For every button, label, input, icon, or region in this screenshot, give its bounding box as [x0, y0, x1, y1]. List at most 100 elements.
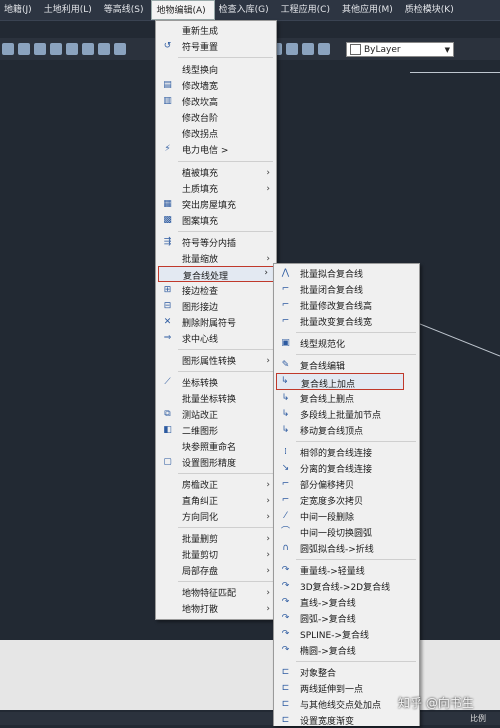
menu-item-edge-check[interactable]: ⊞ 接边检查: [156, 283, 276, 298]
menu-item-wall-width[interactable]: ▤ 修改墙宽: [156, 78, 276, 93]
pan-hand-icon[interactable]: [18, 43, 30, 55]
menu-item-corner[interactable]: 修改拐点: [156, 126, 276, 141]
submenu-item-arc-to-polyline[interactable]: ∩ 圆弧拟合线->折线: [274, 541, 419, 556]
submenu-item-spline-to-polyline[interactable]: ↷ SPLINE->复合线: [274, 627, 419, 642]
menu-item-symbol-reset[interactable]: ↺ 符号重置: [156, 39, 276, 54]
menu-item-bank-height[interactable]: ▥ 修改坎高: [156, 94, 276, 109]
menu-item-attribute-convert[interactable]: 图形属性转换 ›: [156, 353, 276, 368]
menu-item-batch-cut[interactable]: 批量剪切 ›: [156, 547, 276, 562]
menu-item-coord-convert[interactable]: ⟋ 坐标转换: [156, 375, 276, 390]
submenu-item-delete-vertex[interactable]: ↳ 复合线上删点: [274, 391, 419, 406]
submenu-item-label: 部分偏移拷贝: [300, 481, 355, 491]
menu-check-import[interactable]: 检查入库(G): [215, 0, 277, 20]
zoom-extents-icon[interactable]: [66, 43, 78, 55]
menu-item-batch-coord-convert[interactable]: 批量坐标转换: [156, 391, 276, 406]
menu-cadastre[interactable]: 地籍(J): [0, 0, 40, 20]
menu-item-symbol-interpolate[interactable]: ⇶ 符号等分内插: [156, 235, 276, 250]
edge-check-icon: ⊞: [163, 285, 172, 295]
submenu-item-move-vertex[interactable]: ↳ 移动复合线顶点: [274, 423, 419, 438]
menu-item-partial-save[interactable]: 局部存盘 ›: [156, 563, 276, 578]
menu-item-soil-fill[interactable]: 土质填充 ›: [156, 181, 276, 196]
move-vertex-icon: ↳: [281, 425, 290, 435]
menu-contour[interactable]: 等高线(S): [100, 0, 152, 20]
menu-item-delete-attached[interactable]: ✕ 删除附属符号: [156, 315, 276, 330]
submenu-item-connect-adjacent[interactable]: ⁞ 相邻的复合线连接: [274, 445, 419, 460]
zoom-icon[interactable]: [34, 43, 46, 55]
layer-arrow-icon[interactable]: [302, 43, 314, 55]
menu-item-label: 地物特征匹配: [182, 589, 237, 599]
submenu-item-polyline-edit[interactable]: ✎ 复合线编辑: [274, 358, 419, 373]
menu-item-batch-scale[interactable]: 批量缩放 ›: [156, 251, 276, 266]
menu-item-feature-match[interactable]: 地物特征匹配 ›: [156, 585, 276, 600]
submenu-item-label: 复合线编辑: [300, 362, 346, 372]
menu-item-label: 删除附属符号: [182, 319, 237, 329]
submenu-item-batch-close[interactable]: ⌐ 批量闭合复合线: [274, 282, 419, 297]
delete-vertex-icon: ↳: [281, 393, 290, 403]
polyline-submenu: ⋀ 批量拟合复合线 ⌐ 批量闭合复合线 ⌐ 批量修改复合线高 ⌐ 批量改变复合线宽 ▣ 线…: [273, 263, 420, 728]
menu-qc-module[interactable]: 质检模块(K): [401, 0, 462, 20]
menu-item-pattern-fill[interactable]: ▩ 图案填充: [156, 213, 276, 228]
menu-feature-edit[interactable]: 地物编辑(A): [151, 0, 215, 20]
menu-item-2d-graphic[interactable]: ◧ 二维图形: [156, 423, 276, 438]
submenu-item-connect-separate[interactable]: ↘ 分离的复合线连接: [274, 461, 419, 476]
menu-item-label: 线型换向: [182, 66, 219, 76]
help-icon[interactable]: [318, 43, 330, 55]
submenu-item-width-gradient[interactable]: ⊏ 设置宽度渐变: [274, 713, 419, 728]
menu-item-label: 求中心线: [182, 335, 219, 345]
menu-item-regenerate[interactable]: 重新生成: [156, 23, 276, 38]
layer-state-icon[interactable]: [286, 43, 298, 55]
menu-engineering[interactable]: 工程应用(C): [277, 0, 338, 20]
submenu-item-label: 批量改变复合线宽: [300, 318, 373, 328]
zoom-window-icon[interactable]: [50, 43, 62, 55]
submenu-item-delete-middle[interactable]: ⁄ 中间一段删除: [274, 509, 419, 524]
menu-item-precision[interactable]: ▢ 设置图形精度: [156, 455, 276, 470]
submenu-item-ellipse-to-polyline[interactable]: ↷ 椭圆->复合线: [274, 643, 419, 658]
submenu-item-batch-add-nodes[interactable]: ↳ 多段线上批量加节点: [274, 407, 419, 422]
menu-other-apps[interactable]: 其他应用(M): [338, 0, 401, 20]
submenu-item-label: 对象整合: [300, 669, 337, 679]
submenu-item-object-merge[interactable]: ⊏ 对象整合: [274, 665, 419, 680]
menu-item-eave-correct[interactable]: 房檐改正 ›: [156, 477, 276, 492]
submenu-item-add-vertex[interactable]: ↳ 复合线上加点: [276, 373, 404, 390]
submenu-item-label: 批量拟合复合线: [300, 270, 364, 280]
submenu-item-fixed-width-copy[interactable]: ⌐ 定宽度多次拷贝: [274, 493, 419, 508]
chevron-right-icon: ›: [264, 268, 268, 278]
menu-item-building-fill[interactable]: ▦ 突出房屋填充: [156, 197, 276, 212]
menu-item-direction-align[interactable]: 方向同化 ›: [156, 509, 276, 524]
menu-item-polyline-processing[interactable]: 复合线处理 ›: [158, 266, 274, 282]
submenu-item-batch-width[interactable]: ⌐ 批量改变复合线宽: [274, 314, 419, 329]
submenu-item-batch-fit[interactable]: ⋀ 批量拟合复合线: [274, 266, 419, 281]
menu-item-graphic-join[interactable]: ⊟ 图形接边: [156, 299, 276, 314]
submenu-item-middle-to-arc[interactable]: ⌒ 中间一段切换圆弧: [274, 525, 419, 540]
submenu-item-label: 复合线上删点: [300, 395, 355, 405]
menu-item-block-rename[interactable]: 块参照重命名: [156, 439, 276, 454]
menu-item-vegetation-fill[interactable]: 植被填充 ›: [156, 165, 276, 180]
submenu-item-linetype-normalize[interactable]: ▣ 线型规范化: [274, 336, 419, 351]
select-icon[interactable]: [82, 43, 94, 55]
menu-item-batch-trim[interactable]: 批量删剪 ›: [156, 531, 276, 546]
menu-item-right-angle[interactable]: 直角纠正 ›: [156, 493, 276, 508]
menu-item-label: 坐标转换: [182, 379, 219, 389]
back-arrow-icon[interactable]: [114, 43, 126, 55]
block-icon[interactable]: [98, 43, 110, 55]
submenu-item-arc-to-polyline-2[interactable]: ↷ 圆弧->复合线: [274, 611, 419, 626]
submenu-item-heavy-to-light[interactable]: ↷ 重量线->轻量线: [274, 563, 419, 578]
close-polyline-icon: ⌐: [281, 284, 290, 294]
pencil-icon[interactable]: [2, 43, 14, 55]
menu-land-use[interactable]: 土地利用(L): [40, 0, 100, 20]
elevation-icon: ⌐: [281, 300, 290, 310]
menu-item-station-correct[interactable]: ⧉ 测站改正: [156, 407, 276, 422]
menu-item-label: 接边检查: [182, 287, 219, 297]
submenu-item-3d-to-2d[interactable]: ↷ 3D复合线->2D复合线: [274, 579, 419, 594]
edit-polyline-icon: ✎: [281, 360, 290, 370]
menu-item-centerline[interactable]: ⇒ 求中心线: [156, 331, 276, 346]
menu-item-line-reverse[interactable]: 线型换向: [156, 62, 276, 77]
menu-separator: [296, 441, 416, 442]
menu-item-feature-explode[interactable]: 地物打散 ›: [156, 601, 276, 616]
layer-select[interactable]: ByLayer ▼: [346, 42, 454, 57]
submenu-item-partial-offset[interactable]: ⌐ 部分偏移拷贝: [274, 477, 419, 492]
menu-item-power-telecom[interactable]: ⚡ 电力电信 >: [156, 142, 276, 157]
menu-item-steps[interactable]: 修改台阶: [156, 110, 276, 125]
submenu-item-line-to-polyline[interactable]: ↷ 直线->复合线: [274, 595, 419, 610]
submenu-item-batch-elevation[interactable]: ⌐ 批量修改复合线高: [274, 298, 419, 313]
